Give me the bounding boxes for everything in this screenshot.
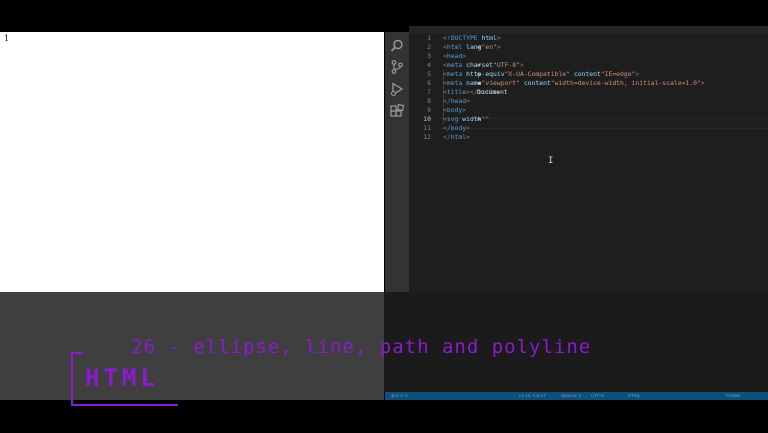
source-control-icon[interactable] — [389, 59, 405, 75]
line-text: </head> — [443, 97, 470, 105]
badge-label: HTML — [85, 364, 159, 392]
status-cursor-position[interactable]: Ln 10, Col 17 — [519, 393, 546, 398]
status-language[interactable]: HTML — [628, 393, 640, 398]
line-number: 7 — [427, 88, 431, 96]
status-encoding[interactable]: UTF-8 — [591, 393, 604, 398]
line-text: </body> — [443, 124, 470, 132]
line-number: 2 — [427, 43, 431, 51]
line-number: 9 — [427, 106, 431, 114]
browser-preview: 1 — [0, 32, 384, 292]
code-line[interactable]: 6 <meta name = "viewport" content = "width=d… — [409, 79, 768, 88]
line-text: <!DOCTYPE html> — [443, 34, 501, 42]
video-frame: 1 1 <!DOCTYPE html> 2 <html lang = "en">… — [0, 0, 768, 433]
episode-title: 26 - ellipse, line, path and polyline — [131, 336, 592, 358]
code-line[interactable]: 5 <meta http-equiv = "X-UA-Compatible" con… — [409, 70, 768, 79]
preview-content: 1 — [4, 34, 10, 43]
line-number: 10 — [423, 115, 431, 123]
line-number: 3 — [427, 52, 431, 60]
code-line[interactable]: 9 <body> — [409, 106, 768, 115]
code-line[interactable]: 3 <head> — [409, 52, 768, 61]
editor-tab-bar — [409, 26, 768, 34]
line-text: <body> — [443, 106, 467, 114]
code-lines[interactable]: 1 <!DOCTYPE html> 2 <html lang = "en"> 3 <head>… — [409, 34, 768, 142]
line-number: 8 — [427, 97, 431, 105]
status-prettier[interactable]: Prettier — [726, 393, 741, 398]
line-number: 11 — [423, 124, 431, 132]
line-text: <meta charset = "UTF-8"> — [443, 61, 524, 69]
badge-top-border — [71, 352, 83, 354]
code-line[interactable]: 1 <!DOCTYPE html> — [409, 34, 768, 43]
status-bar: ⊗ 0 ⚠ 0 Ln 10, Col 17 Spaces: 4 UTF-8 HT… — [385, 392, 768, 400]
line-number: 4 — [427, 61, 431, 69]
line-text: <head> — [443, 52, 467, 60]
line-text: <svg width = "" — [443, 115, 490, 123]
code-line[interactable]: 2 <html lang = "en"> — [409, 43, 768, 52]
status-problems[interactable]: ⊗ 0 ⚠ 0 — [391, 393, 408, 399]
code-line[interactable]: 12 </html> — [409, 133, 768, 142]
run-debug-icon[interactable] — [389, 81, 405, 97]
code-line[interactable]: 10 <svg width = "" — [409, 115, 768, 124]
line-text: <title> Document </title> — [443, 88, 508, 96]
line-number: 5 — [427, 70, 431, 78]
badge-bottom-border — [71, 404, 178, 406]
line-number: 12 — [423, 133, 431, 141]
code-line[interactable]: 8 </head> — [409, 97, 768, 106]
mouse-ibeam-cursor: I — [548, 156, 554, 166]
html-badge: HTML — [71, 352, 178, 406]
line-number: 1 — [427, 34, 431, 42]
search-icon[interactable] — [389, 38, 405, 54]
code-line[interactable]: 7 <title> Document </title> — [409, 88, 768, 97]
line-text: <meta name = "viewport" content = "width=dev… — [443, 79, 705, 87]
line-number: 6 — [427, 79, 431, 87]
code-line[interactable]: 11 </body> — [409, 124, 768, 133]
status-indentation[interactable]: Spaces: 4 — [561, 393, 581, 398]
extensions-icon[interactable] — [389, 104, 405, 120]
badge-left-border — [71, 352, 73, 406]
line-text: <html lang = "en"> — [443, 43, 501, 51]
code-line[interactable]: 4 <meta charset = "UTF-8"> — [409, 61, 768, 70]
line-text: </html> — [443, 133, 470, 141]
line-text: <meta http-equiv = "X-UA-Compatible" conte… — [443, 70, 640, 78]
